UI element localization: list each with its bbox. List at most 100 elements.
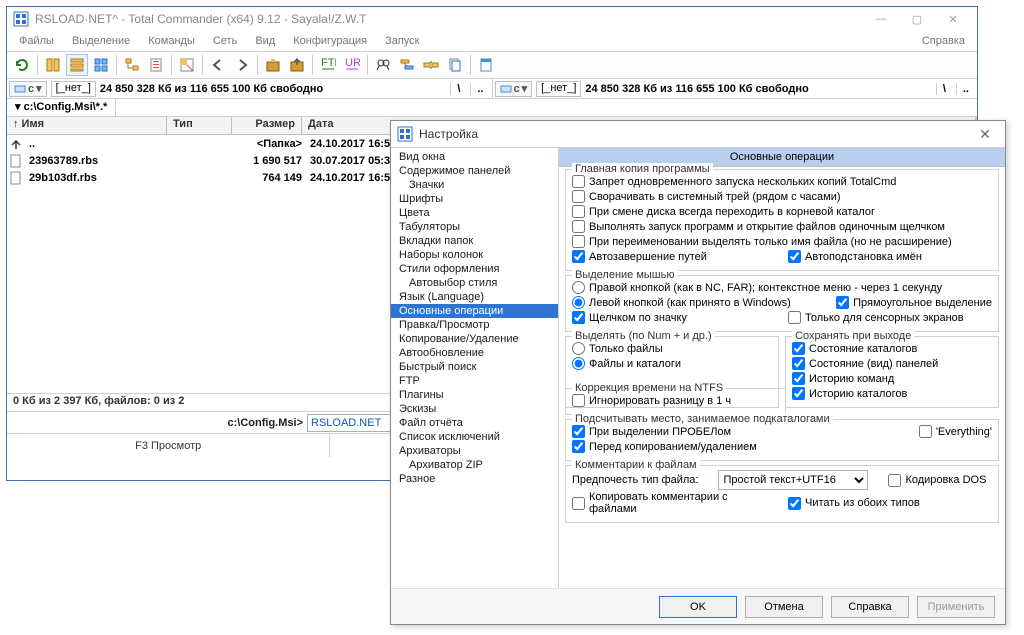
invert-icon[interactable]	[176, 54, 198, 76]
drive-c-right[interactable]: c ▾	[495, 81, 533, 97]
tree-node[interactable]: Быстрый поиск	[391, 360, 558, 374]
cancel-button[interactable]: Отмена	[745, 596, 823, 618]
tree-node[interactable]: Цвета	[391, 206, 558, 220]
tree-node[interactable]: Плагины	[391, 388, 558, 402]
tree-node[interactable]: Наборы колонок	[391, 248, 558, 262]
root-button-right[interactable]: \	[936, 83, 952, 95]
help-button[interactable]: Справка	[831, 596, 909, 618]
f3-button[interactable]: F3 Просмотр	[7, 434, 330, 457]
view-brief-icon[interactable]	[42, 54, 64, 76]
tree-node[interactable]: Автообновление	[391, 346, 558, 360]
tree-node[interactable]: Шрифты	[391, 192, 558, 206]
tree-node[interactable]: Разное	[391, 472, 558, 486]
menu-net[interactable]: Сеть	[205, 33, 245, 49]
col-name[interactable]: ↑ Имя	[7, 117, 167, 134]
tree-node[interactable]: FTP	[391, 374, 558, 388]
all-files-icon[interactable]	[145, 54, 167, 76]
ck-ignore-1h[interactable]: Игнорировать разницу в 1 ч	[572, 393, 779, 408]
search-icon[interactable]	[372, 54, 394, 76]
up-button-right[interactable]: ..	[956, 83, 975, 95]
tree-node[interactable]: Вид окна	[391, 150, 558, 164]
col-size[interactable]: Размер	[232, 117, 302, 134]
notepad-icon[interactable]	[475, 54, 497, 76]
view-full-icon[interactable]	[66, 54, 88, 76]
ck-icon-click[interactable]: Щелчком по значку	[572, 310, 776, 325]
menu-selection[interactable]: Выделение	[64, 33, 138, 49]
rb-files-and-dirs[interactable]: Файлы и каталоги	[572, 356, 772, 371]
ck-rect-select[interactable]: Прямоугольное выделение	[836, 295, 992, 310]
ck-tray[interactable]: Сворачивать в системный трей (рядом с ча…	[572, 189, 992, 204]
tree-node[interactable]: Эскизы	[391, 402, 558, 416]
up-button-left[interactable]: ..	[470, 83, 489, 95]
tree-node[interactable]: Содержимое панелей	[391, 164, 558, 178]
ck-name-autosuggest[interactable]: Автоподстановка имён	[788, 249, 992, 264]
ck-save-dir-history[interactable]: Историю каталогов	[792, 386, 992, 401]
menu-view[interactable]: Вид	[247, 33, 283, 49]
drive-c-left[interactable]: c ▾	[9, 81, 47, 97]
ck-save-cmd-history[interactable]: Историю команд	[792, 371, 992, 386]
tree-node[interactable]: Вкладки папок	[391, 234, 558, 248]
rb-files-only[interactable]: Только файлы	[572, 341, 772, 356]
ck-single-instance[interactable]: Запрет одновременного запуска нескольких…	[572, 174, 992, 189]
tree-node[interactable]: Правка/Просмотр	[391, 318, 558, 332]
sync-icon[interactable]	[420, 54, 442, 76]
tree-node[interactable]: Значки	[391, 178, 558, 192]
combo-comment-type[interactable]: Простой текст+UTF16	[718, 470, 868, 490]
tree-icon[interactable]	[121, 54, 143, 76]
ftp-new-icon[interactable]: URL	[341, 54, 363, 76]
tree-node[interactable]: Табуляторы	[391, 220, 558, 234]
ck-path-autocomplete[interactable]: Автозавершение путей	[572, 249, 776, 264]
tree-node[interactable]: Язык (Language)	[391, 290, 558, 304]
dialog-close-icon[interactable]: ✕	[971, 126, 999, 143]
menu-config[interactable]: Конфигурация	[285, 33, 375, 49]
ck-single-click-open[interactable]: Выполнять запуск программ и открытие фай…	[572, 219, 992, 234]
copy-names-icon[interactable]	[444, 54, 466, 76]
drive-none-left[interactable]: [_нет_]	[51, 81, 96, 97]
maximize-button[interactable]: ▢	[899, 7, 935, 31]
back-icon[interactable]	[207, 54, 229, 76]
ck-touch-only[interactable]: Только для сенсорных экранов	[788, 310, 992, 325]
pack-icon[interactable]	[262, 54, 284, 76]
ck-everything[interactable]: 'Everything'	[919, 424, 992, 439]
view-thumbs-icon[interactable]	[90, 54, 112, 76]
col-type[interactable]: Тип	[167, 117, 232, 134]
menu-run[interactable]: Запуск	[377, 33, 427, 49]
unpack-icon[interactable]	[286, 54, 308, 76]
ck-space-on-space[interactable]: При выделении ПРОБЕЛом	[572, 424, 907, 439]
tree-node[interactable]: Автовыбор стиля	[391, 276, 558, 290]
tree-node[interactable]: Список исключений	[391, 430, 558, 444]
ck-rename-name-only[interactable]: При переименовании выделять только имя ф…	[572, 234, 992, 249]
reload-icon[interactable]	[11, 54, 33, 76]
app-icon	[13, 11, 29, 27]
drive-none-right[interactable]: [_нет_]	[536, 81, 581, 97]
apply-button[interactable]: Применить	[917, 596, 995, 618]
rb-left-button[interactable]: Левой кнопкой (как принято в Windows)	[572, 295, 791, 310]
group-save-on-exit: Сохранять при выходе Состояние каталогов…	[785, 336, 999, 408]
tree-node[interactable]: Архиваторы	[391, 444, 558, 458]
tree-node[interactable]: Архиватор ZIP	[391, 458, 558, 472]
tab-left[interactable]: ▾ c:\Config.Msi\*.*	[7, 99, 116, 116]
root-button-left[interactable]: \	[450, 83, 466, 95]
tree-node[interactable]: Копирование/Удаление	[391, 332, 558, 346]
ok-button[interactable]: OK	[659, 596, 737, 618]
close-button[interactable]: ✕	[935, 7, 971, 31]
tree-node[interactable]: Основные операции	[391, 304, 558, 318]
multirename-icon[interactable]	[396, 54, 418, 76]
menu-files[interactable]: Файлы	[11, 33, 62, 49]
rb-right-button[interactable]: Правой кнопкой (как в NC, FAR); контекст…	[572, 280, 992, 295]
minimize-button[interactable]: —	[863, 7, 899, 31]
ck-save-dirs[interactable]: Состояние каталогов	[792, 341, 992, 356]
ck-root-on-drive-change[interactable]: При смене диска всегда переходить в корн…	[572, 204, 992, 219]
settings-tree[interactable]: Вид окнаСодержимое панелейЗначкиШрифтыЦв…	[391, 148, 559, 588]
ck-save-panels[interactable]: Состояние (вид) панелей	[792, 356, 992, 371]
tree-node[interactable]: Файл отчёта	[391, 416, 558, 430]
tree-node[interactable]: Стили оформления	[391, 262, 558, 276]
menu-commands[interactable]: Команды	[140, 33, 203, 49]
ftp-connect-icon[interactable]: FTP	[317, 54, 339, 76]
ck-copy-comments[interactable]: Копировать комментарии с файлами	[572, 490, 776, 516]
menu-help[interactable]: Справка	[914, 33, 973, 49]
ck-dos-encoding[interactable]: Кодировка DOS	[888, 473, 986, 488]
ck-read-both-types[interactable]: Читать из обоих типов	[788, 490, 992, 516]
ck-space-before-copy[interactable]: Перед копированием/удалением	[572, 439, 992, 454]
forward-icon[interactable]	[231, 54, 253, 76]
